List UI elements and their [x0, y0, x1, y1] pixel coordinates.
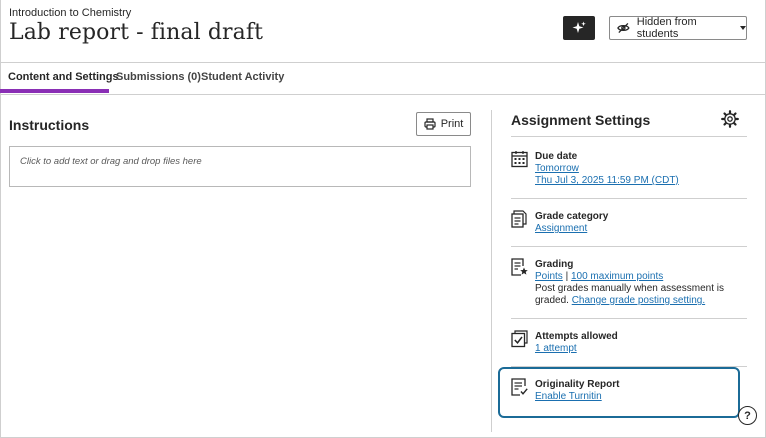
- course-name: Introduction to Chemistry: [9, 7, 132, 19]
- printer-icon: [424, 118, 436, 130]
- tab-submissions[interactable]: Submissions (0): [116, 71, 201, 83]
- tab-bar: Content and Settings Submissions (0) Stu…: [0, 62, 766, 95]
- tab-student-activity[interactable]: Student Activity: [201, 71, 284, 83]
- grading-heading: Grading: [535, 259, 574, 270]
- sparkle-icon: [572, 21, 586, 33]
- help-button[interactable]: ?: [738, 406, 757, 425]
- active-tab-indicator: [0, 89, 109, 93]
- print-button[interactable]: Print: [416, 112, 471, 136]
- settings-divider: [511, 246, 747, 247]
- help-icon: ?: [744, 409, 751, 422]
- attempts-link[interactable]: 1 attempt: [535, 343, 577, 354]
- ai-assist-button[interactable]: [563, 16, 595, 40]
- print-label: Print: [440, 118, 464, 130]
- eye-slash-icon: [617, 22, 630, 34]
- instructions-title: Instructions: [9, 117, 90, 133]
- settings-divider: [511, 318, 747, 319]
- visibility-label: Hidden from students: [636, 16, 697, 40]
- due-date-heading: Due date: [535, 151, 578, 162]
- settings-gear-button[interactable]: [720, 109, 740, 129]
- page-title: Lab report - final draft: [9, 20, 264, 45]
- tab-content-and-settings[interactable]: Content and Settings: [8, 71, 119, 83]
- settings-title: Assignment Settings: [511, 112, 651, 128]
- gear-icon: [721, 110, 739, 128]
- document-stack-icon: [511, 210, 527, 228]
- due-date-datetime-link[interactable]: Thu Jul 3, 2025 11:59 PM (CDT): [535, 175, 679, 186]
- settings-divider: [511, 198, 747, 199]
- grade-category-link[interactable]: Assignment: [535, 223, 587, 234]
- settings-divider: [511, 136, 747, 137]
- max-points-link[interactable]: 100 maximum points: [571, 271, 663, 282]
- grade-star-icon: [511, 258, 528, 276]
- enable-turnitin-link[interactable]: Enable Turnitin: [535, 391, 602, 402]
- calendar-icon: [511, 151, 528, 168]
- grading-type-link[interactable]: Points: [535, 271, 563, 282]
- change-grade-posting-link[interactable]: Change grade posting setting.: [572, 295, 705, 306]
- due-date-relative-link[interactable]: Tomorrow: [535, 163, 579, 174]
- chevron-down-icon: [740, 26, 746, 30]
- attempts-heading: Attempts allowed: [535, 331, 618, 342]
- originality-heading: Originality Report: [535, 379, 620, 390]
- grade-category-heading: Grade category: [535, 211, 609, 222]
- visibility-dropdown[interactable]: Hidden from students: [609, 16, 747, 40]
- originality-report-icon: [511, 378, 528, 396]
- grading-separator: |: [565, 271, 569, 282]
- instructions-editor[interactable]: Click to add text or drag and drop files…: [9, 146, 471, 187]
- panel-divider: [491, 110, 492, 432]
- attempts-check-icon: [511, 330, 528, 348]
